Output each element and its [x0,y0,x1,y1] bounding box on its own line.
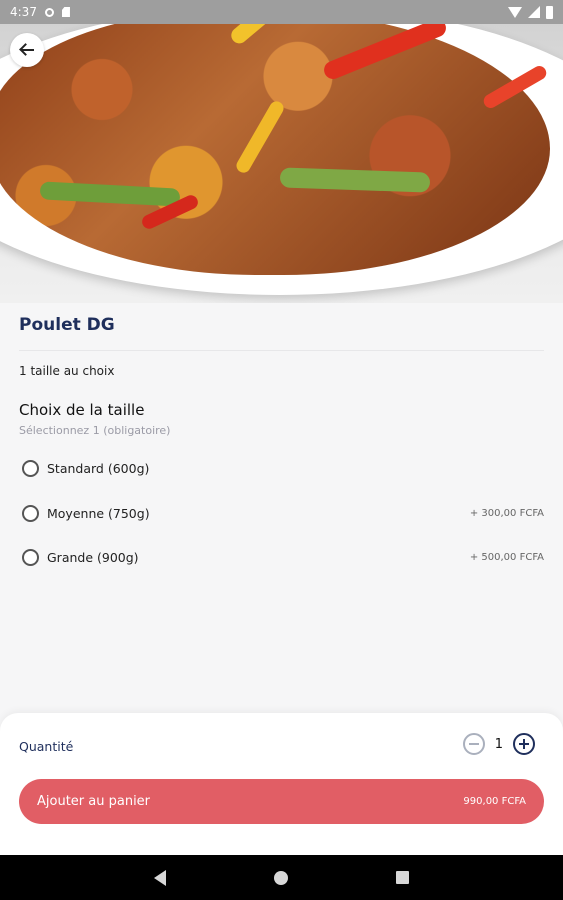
back-arrow-icon [20,49,34,51]
product-image [0,0,563,303]
settings-icon [44,7,54,17]
add-to-cart-button[interactable]: Ajouter au panier 990,00 FCFA [19,779,544,824]
size-option-standard[interactable]: Standard (600g) [19,455,544,481]
wifi-icon [508,6,522,18]
size-option-label: Standard (600g) [47,460,150,476]
size-option-label: Grande (900g) [47,549,139,565]
radio-button[interactable] [22,504,39,522]
divider [19,350,544,351]
cart-panel: Quantité 1 Ajouter au panier 990,00 FCFA [0,713,563,855]
signal-icon [528,6,540,18]
minus-circle-icon[interactable] [462,733,485,755]
status-time: 4:37 [10,5,37,19]
sd-card-icon [61,7,70,17]
size-section-title: Choix de la taille [19,401,145,419]
size-option-label: Moyenne (750g) [47,505,150,521]
radio-button[interactable] [22,459,39,477]
quantity-value: 1 [494,736,503,752]
nav-recents-icon[interactable] [396,871,409,884]
size-option-grande[interactable]: Grande (900g) + 500,00 FCFA [19,544,544,570]
nav-home-icon[interactable] [274,870,288,885]
plus-circle-icon[interactable] [513,733,535,755]
product-description: 1 taille au choix [19,364,115,378]
quantity-label: Quantité [19,739,74,754]
size-option-price: + 300,00 FCFA [469,507,544,519]
size-option-moyenne[interactable]: Moyenne (750g) + 300,00 FCFA [19,500,544,526]
radio-button[interactable] [22,548,39,566]
size-option-price: + 500,00 FCFA [469,551,544,563]
size-section-subtitle: Sélectionnez 1 (obligatoire) [19,424,171,437]
add-to-cart-price: 990,00 FCFA [463,796,526,807]
status-bar: 4:37 [0,0,563,24]
back-button[interactable] [10,33,44,67]
product-title: Poulet DG [19,315,115,335]
quantity-stepper: 1 [462,733,535,755]
add-to-cart-label: Ajouter au panier [37,794,151,809]
nav-back-icon[interactable] [154,869,166,886]
battery-icon [546,5,553,19]
system-nav-bar [0,855,563,900]
